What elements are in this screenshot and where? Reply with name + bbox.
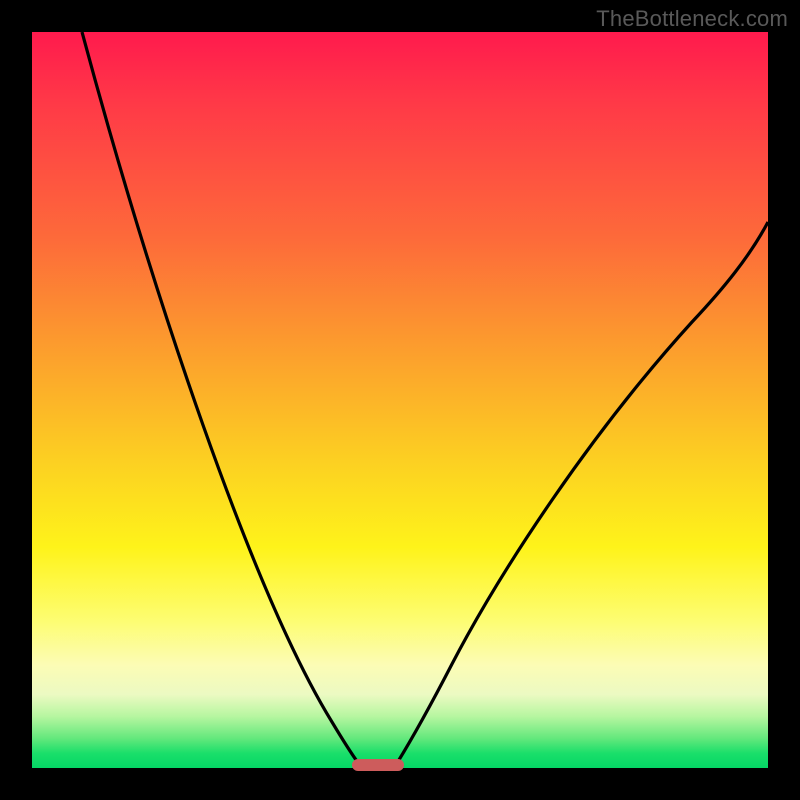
plot-area (32, 32, 768, 768)
attribution-label: TheBottleneck.com (596, 6, 788, 32)
right-curve (394, 222, 768, 768)
bottleneck-curve (32, 32, 768, 768)
left-curve (82, 32, 362, 768)
optimal-range-marker (352, 759, 404, 771)
chart-frame: TheBottleneck.com (0, 0, 800, 800)
